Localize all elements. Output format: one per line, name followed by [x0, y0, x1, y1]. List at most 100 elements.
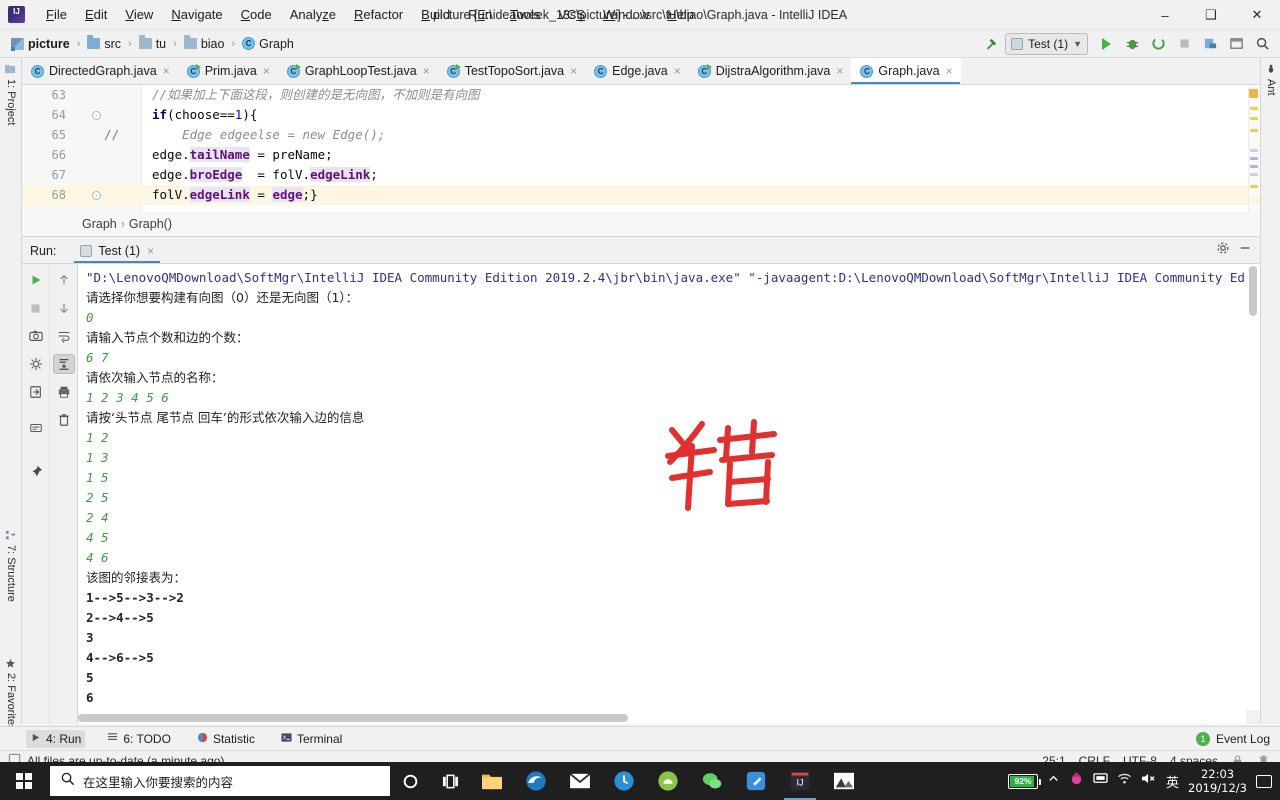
taskbar-clock[interactable]: 22:03 2019/12/3 [1188, 767, 1247, 795]
breadcrumb-item-biao[interactable]: biao [181, 35, 228, 53]
editor-tab-dijstraalgorithm[interactable]: DijstraAlgorithm.java × [689, 58, 852, 84]
restore-layout-icon[interactable] [1224, 33, 1248, 55]
stop-icon[interactable] [25, 298, 47, 318]
code-editor[interactable]: 63 //如果加上下面这段，则创建的是无向图，不加则是有向图 64 - if(choos… [22, 85, 1260, 212]
minimize-icon[interactable]: – [1142, 0, 1188, 30]
print-icon[interactable] [53, 382, 75, 402]
fold-marker-icon[interactable]: - [92, 191, 101, 200]
code-line[interactable]: 65 // Edge edgeelse = new Edge(); [22, 125, 1260, 145]
code-line[interactable]: 63 //如果加上下面这段，则创建的是无向图，不加则是有向图 [22, 85, 1260, 105]
pin-tab-icon[interactable] [25, 462, 47, 482]
volume-muted-icon[interactable] [1141, 772, 1157, 790]
menu-window[interactable]: Window [594, 3, 658, 26]
breadcrumb-class[interactable]: Graph [82, 217, 117, 231]
close-icon[interactable]: × [423, 64, 430, 78]
gear-icon[interactable] [1216, 241, 1230, 260]
editor-tab-graph[interactable]: Graph.java × [851, 58, 961, 84]
menu-tools[interactable]: Tools [501, 3, 549, 26]
close-icon[interactable]: × [147, 244, 154, 258]
soft-wrap-icon[interactable] [25, 418, 47, 438]
windows-start-icon[interactable] [0, 762, 48, 800]
thread-dump-icon[interactable] [25, 354, 47, 374]
event-log-area[interactable]: 1 Event Log [1195, 731, 1280, 746]
editor-tab-prim[interactable]: Prim.java × [178, 58, 278, 84]
up-arrow-icon[interactable] [53, 270, 75, 290]
close-icon[interactable]: × [570, 64, 577, 78]
bottom-item-statistic[interactable]: Statistic [193, 730, 259, 748]
debug-icon[interactable] [1120, 33, 1144, 55]
stop-icon[interactable] [1172, 33, 1196, 55]
menu-refactor[interactable]: Refactor [345, 3, 412, 26]
menu-run[interactable]: Run [459, 3, 501, 26]
editor-tab-testtoposort[interactable]: TestTopoSort.java × [438, 58, 585, 84]
menu-help[interactable]: Help [658, 3, 703, 26]
taskbar-search-input[interactable]: 在这里输入你要搜索的内容 [50, 766, 390, 796]
run-with-coverage-icon[interactable] [1146, 33, 1170, 55]
editor-tab-edge[interactable]: Edge.java × [585, 58, 689, 84]
clear-all-icon[interactable] [53, 410, 75, 430]
run-configuration-selector[interactable]: Test (1) ▼ [1005, 32, 1088, 55]
hammer-icon[interactable] [979, 33, 1003, 55]
menu-build[interactable]: Build [412, 3, 459, 26]
taskbar-app-onenote[interactable] [734, 762, 778, 800]
editor-marker-bar[interactable] [1248, 85, 1260, 212]
bottom-item-terminal[interactable]: Terminal [277, 730, 346, 748]
console-vertical-scrollbar[interactable] [1246, 264, 1260, 710]
breadcrumb-item-project[interactable]: picture [8, 35, 73, 53]
close-icon[interactable]: × [946, 64, 953, 78]
code-line[interactable]: 64 - if(choose==1){ [22, 105, 1260, 125]
taskbar-app-photos[interactable] [822, 762, 866, 800]
screenshot-icon[interactable] [25, 326, 47, 346]
close-icon[interactable]: × [836, 64, 843, 78]
close-icon[interactable]: × [163, 64, 170, 78]
code-line[interactable]: 68 - folV.edgeLink = edge;} [22, 185, 1260, 205]
breadcrumb-item-tu[interactable]: tu [136, 35, 169, 53]
sidebar-item-favorites[interactable]: 2: Favorites [0, 654, 22, 734]
down-arrow-icon[interactable] [53, 298, 75, 318]
close-icon[interactable]: ✕ [1234, 0, 1280, 30]
menu-file[interactable]: File [37, 3, 76, 26]
taskbar-app-clock[interactable] [602, 762, 646, 800]
menu-analyze[interactable]: Analyze [281, 3, 345, 26]
close-icon[interactable]: × [263, 64, 270, 78]
taskbar-app-intellij-idea[interactable]: IJ [778, 762, 822, 800]
sidebar-item-project[interactable]: 1: Project [0, 60, 22, 129]
close-icon[interactable]: × [674, 64, 681, 78]
hide-icon[interactable] [1238, 241, 1252, 260]
fold-marker-icon[interactable]: - [92, 111, 101, 120]
taskbar-app-wechat[interactable] [690, 762, 734, 800]
code-line[interactable]: 67 edge.broEdge = folV.edgeLink; [22, 165, 1260, 185]
task-view-icon[interactable] [430, 762, 470, 800]
update-project-icon[interactable] [1198, 33, 1222, 55]
code-line[interactable]: 66 edge.tailName = preName; [22, 145, 1260, 165]
breadcrumb-item-graph[interactable]: Graph [239, 35, 297, 53]
security-app-icon[interactable] [1069, 771, 1084, 791]
editor-tab-graphlooptest[interactable]: GraphLoopTest.java × [278, 58, 438, 84]
taskbar-app-edge-browser[interactable] [514, 762, 558, 800]
taskbar-app-android-studio[interactable] [646, 762, 690, 800]
menu-navigate[interactable]: Navigate [162, 3, 231, 26]
sidebar-item-structure[interactable]: 7: Structure [0, 526, 22, 606]
ime-indicator[interactable]: 英 [1166, 772, 1179, 791]
menu-edit[interactable]: Edit [76, 3, 116, 26]
maximize-icon[interactable]: ❑ [1188, 0, 1234, 30]
run-icon[interactable] [1094, 33, 1118, 55]
sidebar-item-ant[interactable]: Ant [1261, 60, 1280, 100]
breadcrumb-method[interactable]: Graph() [129, 217, 172, 231]
menu-vcs[interactable]: VCS [549, 3, 594, 26]
export-icon[interactable] [25, 382, 47, 402]
bottom-item-run[interactable]: 4: Run [26, 729, 86, 748]
search-everywhere-icon[interactable] [1250, 33, 1274, 55]
cortana-icon[interactable] [390, 762, 430, 800]
console-horizontal-scrollbar[interactable] [78, 712, 1246, 724]
battery-indicator[interactable]: 92% [1008, 773, 1042, 789]
display-icon[interactable] [1093, 772, 1108, 790]
action-center-icon[interactable] [1256, 774, 1272, 788]
bottom-item-todo[interactable]: 6: TODO [103, 730, 175, 748]
menu-code[interactable]: Code [232, 3, 281, 26]
wifi-icon[interactable] [1117, 772, 1132, 790]
menu-view[interactable]: View [116, 3, 162, 26]
scrollbar-thumb[interactable] [78, 714, 628, 722]
breadcrumb-item-src[interactable]: src [84, 35, 124, 53]
scrollbar-thumb[interactable] [1249, 266, 1257, 316]
